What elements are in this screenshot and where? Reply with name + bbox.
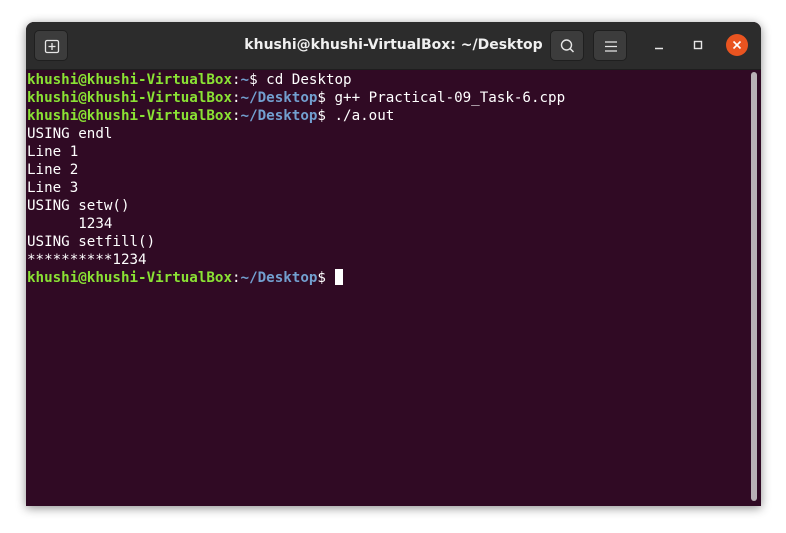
prompt-separator: : xyxy=(232,72,241,88)
prompt-path: ~/Desktop xyxy=(240,270,318,286)
prompt-line: khushi@khushi-VirtualBox:~/Desktop$ g++ … xyxy=(27,89,761,107)
output-line: USING setw() xyxy=(27,198,130,214)
new-tab-button[interactable] xyxy=(34,30,68,61)
menu-button[interactable] xyxy=(593,30,627,61)
output-line: USING endl xyxy=(27,126,113,142)
output-line: Line 1 xyxy=(27,144,79,160)
close-icon xyxy=(726,34,748,56)
prompt-path: ~/Desktop xyxy=(240,108,318,124)
search-button[interactable] xyxy=(550,30,584,61)
text-cursor xyxy=(334,269,343,285)
command-text: $ g++ Practical-09_Task-6.cpp xyxy=(317,90,566,106)
prompt-line: khushi@khushi-VirtualBox:~/Desktop$ ./a.… xyxy=(27,107,761,125)
prompt-user: khushi@khushi-VirtualBox xyxy=(27,72,232,88)
prompt-separator: : xyxy=(232,270,241,286)
output-line: **********1234 xyxy=(27,252,147,268)
prompt-symbol: $ xyxy=(317,270,326,286)
terminal-window: khushi@khushi-VirtualBox: ~/Desktop khus… xyxy=(26,22,761,506)
new-tab-icon xyxy=(44,39,60,54)
command-text: $ ./a.out xyxy=(317,108,395,124)
hamburger-menu-icon xyxy=(605,41,617,52)
prompt-user: khushi@khushi-VirtualBox xyxy=(27,90,232,106)
scrollbar[interactable] xyxy=(751,72,757,501)
output-line: Line 2 xyxy=(27,162,79,178)
terminal-output[interactable]: khushi@khushi-VirtualBox:~$ cd Desktop k… xyxy=(26,70,761,506)
minimize-icon xyxy=(655,47,663,50)
prompt-user: khushi@khushi-VirtualBox xyxy=(27,108,232,124)
title-bar[interactable]: khushi@khushi-VirtualBox: ~/Desktop xyxy=(26,22,761,70)
output-line: 1234 xyxy=(27,216,113,232)
output-line: Line 3 xyxy=(27,180,79,196)
prompt-separator: : xyxy=(232,90,241,106)
prompt-path: ~/Desktop xyxy=(240,90,318,106)
prompt-separator: : xyxy=(232,108,241,124)
command-text: $ cd Desktop xyxy=(249,72,352,88)
prompt-line: khushi@khushi-VirtualBox:~/Desktop$ xyxy=(27,269,761,287)
maximize-button[interactable] xyxy=(686,33,710,57)
minimize-button[interactable] xyxy=(647,33,671,57)
search-icon xyxy=(560,39,575,53)
maximize-icon xyxy=(693,40,703,50)
output-line: USING setfill() xyxy=(27,234,156,250)
prompt-user: khushi@khushi-VirtualBox xyxy=(27,270,232,286)
prompt-path: ~ xyxy=(240,72,250,88)
prompt-line: khushi@khushi-VirtualBox:~$ cd Desktop xyxy=(27,71,761,89)
close-button[interactable] xyxy=(725,33,749,57)
